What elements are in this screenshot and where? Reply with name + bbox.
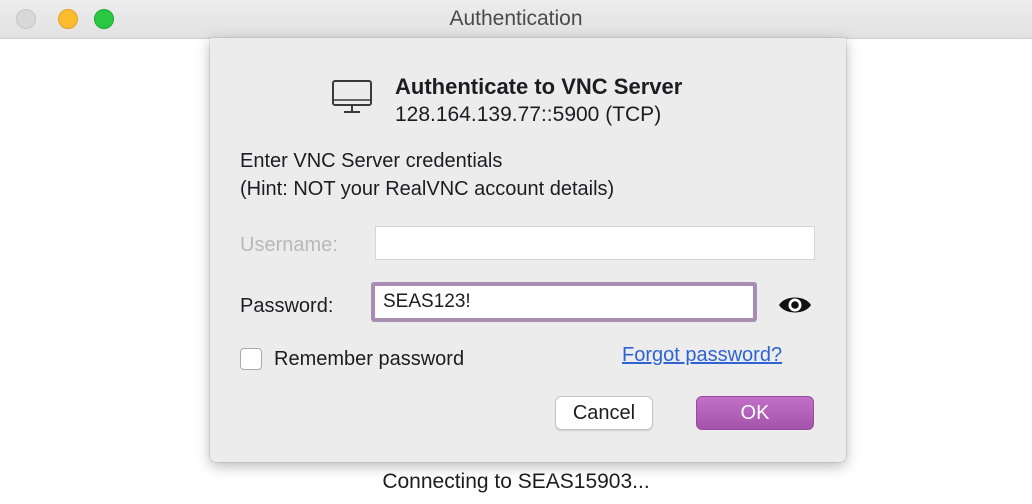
dialog-title: Authenticate to VNC Server — [395, 74, 683, 99]
ok-button[interactable]: OK — [696, 396, 814, 430]
username-input[interactable] — [375, 226, 815, 260]
remember-password-label: Remember password — [274, 348, 465, 370]
connection-status: Connecting to SEAS15903... — [382, 470, 650, 493]
username-label: Username: — [240, 234, 338, 256]
cancel-button[interactable]: Cancel — [555, 396, 653, 430]
monitor-icon — [332, 80, 372, 113]
authentication-dialog: Authenticate to VNC Server 128.164.139.7… — [210, 38, 846, 462]
instruction-text: Enter VNC Server credentials — [240, 150, 503, 172]
window-title: Authentication — [449, 7, 583, 30]
hint-text: (Hint: NOT your RealVNC account details) — [240, 178, 615, 200]
remember-password-checkbox[interactable] — [240, 348, 262, 370]
forgot-password-link[interactable]: Forgot password? — [622, 344, 782, 367]
password-input[interactable] — [371, 282, 757, 322]
password-label: Password: — [240, 295, 334, 317]
eye-icon[interactable] — [778, 293, 812, 317]
window-titlebar: Authentication — [0, 0, 1032, 39]
server-address: 128.164.139.77::5900 (TCP) — [395, 103, 662, 126]
